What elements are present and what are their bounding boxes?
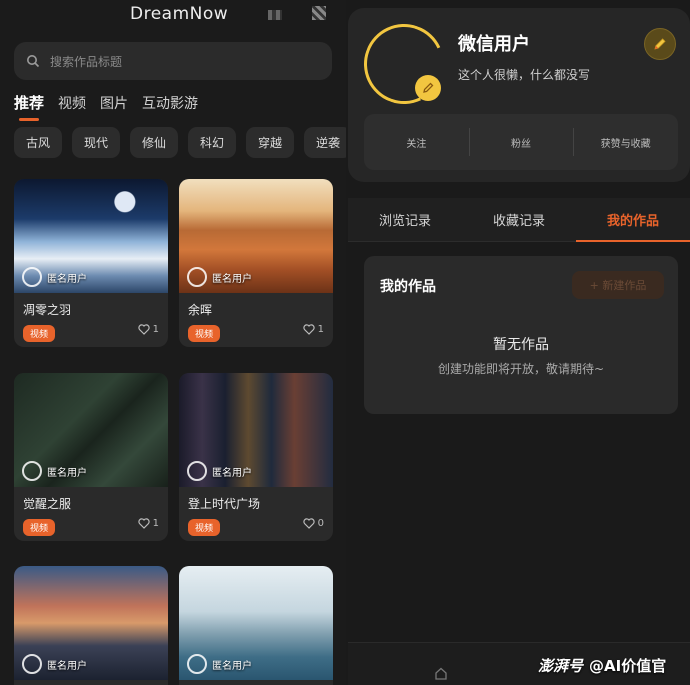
avatar bbox=[22, 267, 42, 287]
stat-followers[interactable]: 粉丝 bbox=[468, 114, 574, 170]
work-thumbnail: 匿名用户 bbox=[179, 373, 333, 487]
like-number: 1 bbox=[317, 324, 324, 335]
user-bio: 这个人很懒，什么都没写 bbox=[458, 68, 591, 82]
tab-favorites[interactable]: 收藏记录 bbox=[462, 198, 576, 241]
like-count[interactable]: 1 bbox=[137, 324, 159, 335]
chip-genre[interactable]: 现代 bbox=[72, 127, 120, 158]
profile-panel: 微信用户 这个人很懒，什么都没写 关注 粉丝 获赞与收藏 浏览记录 收藏记录 我… bbox=[346, 0, 690, 685]
card-author: 匿名用户 bbox=[22, 267, 87, 287]
author-name: 匿名用户 bbox=[47, 467, 87, 479]
tab-image[interactable]: 图片 bbox=[100, 93, 128, 113]
type-badge: 视频 bbox=[23, 519, 56, 536]
card-author: 匿名用户 bbox=[187, 461, 252, 481]
stat-likes-collections[interactable]: 获赞与收藏 bbox=[573, 114, 678, 170]
empty-state-hint: 创建功能即将开放，敬请期待~ bbox=[437, 362, 605, 376]
pencil-icon bbox=[654, 38, 666, 50]
stat-following[interactable]: 关注 bbox=[364, 114, 469, 170]
type-badge: 视频 bbox=[23, 325, 56, 342]
status-icon-blurred bbox=[312, 6, 326, 20]
work-thumbnail: 匿名用户 bbox=[14, 566, 168, 680]
avatar bbox=[187, 461, 207, 481]
avatar-ring bbox=[352, 12, 456, 116]
search-placeholder: 搜索作品标题 bbox=[50, 54, 123, 69]
work-thumbnail: 匿名用户 bbox=[179, 179, 333, 293]
status-icon-blurred bbox=[268, 10, 282, 20]
profile-card: 微信用户 这个人很懒，什么都没写 关注 粉丝 获赞与收藏 bbox=[348, 8, 690, 182]
source-watermark: 澎湃号 @AI价值官 bbox=[538, 655, 666, 676]
work-card[interactable]: 匿名用户 余晖 视频 1 bbox=[179, 179, 333, 347]
my-works-section: 我的作品 + 新建作品 暂无作品 创建功能即将开放，敬请期待~ bbox=[364, 256, 678, 414]
heart-icon bbox=[302, 324, 315, 335]
new-work-button[interactable]: + 新建作品 bbox=[572, 271, 664, 299]
like-count[interactable]: 1 bbox=[302, 324, 324, 335]
like-count[interactable]: 0 bbox=[302, 518, 324, 529]
profile-stats: 关注 粉丝 获赞与收藏 bbox=[364, 114, 678, 170]
author-name: 匿名用户 bbox=[47, 273, 87, 285]
section-title: 我的作品 bbox=[380, 279, 436, 295]
home-icon[interactable] bbox=[434, 667, 448, 680]
like-number: 1 bbox=[152, 518, 159, 529]
tab-my-works[interactable]: 我的作品 bbox=[576, 198, 690, 242]
edit-profile-button[interactable] bbox=[644, 28, 676, 60]
heart-icon bbox=[302, 518, 315, 529]
work-thumbnail: 匿名用户 bbox=[14, 179, 168, 293]
avatar bbox=[187, 654, 207, 674]
author-name: 匿名用户 bbox=[212, 660, 252, 672]
chip-genre[interactable]: 科幻 bbox=[188, 127, 236, 158]
genre-chips: 古风 现代 修仙 科幻 穿越 逆袭 bbox=[14, 127, 346, 158]
author-name: 匿名用户 bbox=[212, 467, 252, 479]
type-badge: 视频 bbox=[188, 519, 221, 536]
chip-genre[interactable]: 古风 bbox=[14, 127, 62, 158]
work-title: 登上时代广场 bbox=[188, 497, 261, 511]
empty-state-title: 暂无作品 bbox=[493, 337, 549, 353]
profile-tabs: 浏览记录 收藏记录 我的作品 bbox=[348, 198, 690, 242]
card-author: 匿名用户 bbox=[187, 654, 252, 674]
tab-recommend[interactable]: 推荐 bbox=[14, 92, 44, 121]
category-tabs: 推荐 视频 图片 互动影游 bbox=[14, 92, 198, 121]
bottom-nav: 澎湃号 @AI价值官 bbox=[348, 642, 690, 685]
watermark-text: @AI价值官 bbox=[589, 657, 667, 675]
search-input[interactable]: 搜索作品标题 bbox=[14, 42, 332, 80]
card-author: 匿名用户 bbox=[187, 267, 252, 287]
card-author: 匿名用户 bbox=[22, 654, 87, 674]
edit-avatar-button[interactable] bbox=[415, 75, 441, 101]
heart-icon bbox=[137, 324, 150, 335]
heart-icon bbox=[137, 518, 150, 529]
avatar bbox=[22, 461, 42, 481]
app-brand: DreamNow bbox=[130, 4, 229, 24]
tab-interactive[interactable]: 互动影游 bbox=[142, 93, 198, 113]
chip-genre[interactable]: 穿越 bbox=[246, 127, 294, 158]
work-card[interactable]: 匿名用户 bbox=[14, 566, 168, 685]
chip-genre[interactable]: 修仙 bbox=[130, 127, 178, 158]
work-thumbnail: 匿名用户 bbox=[14, 373, 168, 487]
watermark-brand: 澎湃号 bbox=[538, 657, 584, 675]
work-card[interactable]: 匿名用户 bbox=[179, 566, 333, 685]
tab-history[interactable]: 浏览记录 bbox=[348, 198, 462, 241]
work-card[interactable]: 匿名用户 登上时代广场 视频 0 bbox=[179, 373, 333, 541]
pencil-icon bbox=[423, 82, 434, 93]
type-badge: 视频 bbox=[188, 325, 221, 342]
search-icon bbox=[27, 55, 40, 68]
work-card[interactable]: 匿名用户 凋零之羽 视频 1 bbox=[14, 179, 168, 347]
work-card[interactable]: 匿名用户 觉醒之服 视频 1 bbox=[14, 373, 168, 541]
avatar bbox=[22, 654, 42, 674]
like-number: 0 bbox=[317, 518, 324, 529]
like-count[interactable]: 1 bbox=[137, 518, 159, 529]
work-title: 凋零之羽 bbox=[23, 303, 72, 317]
like-number: 1 bbox=[152, 324, 159, 335]
author-name: 匿名用户 bbox=[47, 660, 87, 672]
author-name: 匿名用户 bbox=[212, 273, 252, 285]
user-name: 微信用户 bbox=[458, 34, 530, 55]
work-title: 余晖 bbox=[188, 303, 213, 317]
work-title: 觉醒之服 bbox=[23, 497, 72, 511]
card-author: 匿名用户 bbox=[22, 461, 87, 481]
app-screen: DreamNow 搜索作品标题 推荐 视频 图片 互动影游 古风 现代 修仙 科… bbox=[0, 0, 690, 685]
avatar bbox=[187, 267, 207, 287]
work-thumbnail: 匿名用户 bbox=[179, 566, 333, 680]
tab-video[interactable]: 视频 bbox=[58, 93, 86, 113]
home-feed-panel: DreamNow 搜索作品标题 推荐 视频 图片 互动影游 古风 现代 修仙 科… bbox=[0, 0, 346, 685]
chip-genre[interactable]: 逆袭 bbox=[304, 127, 346, 158]
